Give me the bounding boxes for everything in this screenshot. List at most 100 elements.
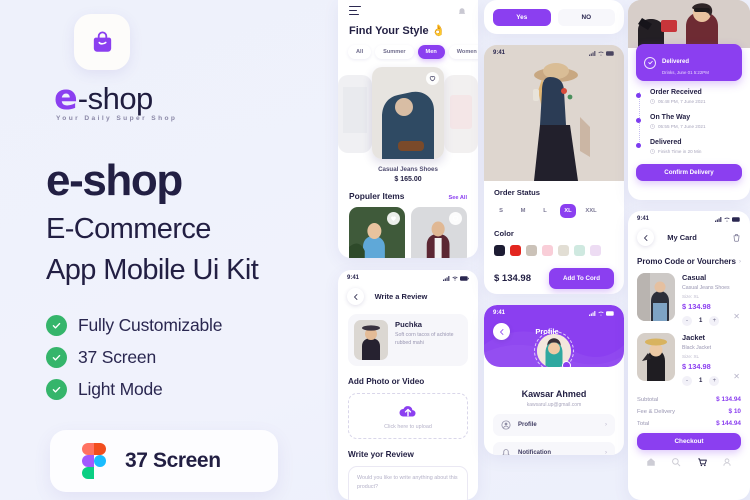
timeline-meta: Finish Time in 20 Min bbox=[650, 149, 742, 154]
status-time: 9:41 bbox=[493, 50, 506, 56]
bottom-tab-bar bbox=[628, 450, 750, 475]
cart-item: Casual Casual Jeans Shoes Size: XL $ 134… bbox=[628, 266, 750, 326]
upload-hint: Click here to upload bbox=[384, 423, 432, 430]
upload-dropzone[interactable]: Click here to upload bbox=[348, 393, 468, 439]
summary-value: $ 134.94 bbox=[716, 396, 741, 403]
promo-banner: e -shop Your Daily Super Shop e-shop E-C… bbox=[0, 0, 750, 500]
edit-avatar-icon[interactable] bbox=[562, 361, 571, 367]
cart-item-thumbnail bbox=[637, 333, 675, 381]
feature-item: Light Mode bbox=[46, 379, 335, 401]
write-review-heading: Write yor Review bbox=[348, 450, 414, 459]
no-button[interactable]: NO bbox=[557, 8, 615, 26]
color-swatch[interactable] bbox=[526, 245, 537, 256]
avatar[interactable] bbox=[534, 331, 574, 367]
popular-card[interactable] bbox=[411, 207, 467, 258]
timeline-meta: 05:55 PM, 7 June 2021 bbox=[650, 124, 742, 129]
signal-icon bbox=[715, 216, 722, 222]
home-title-text: Find Your Style bbox=[349, 24, 429, 37]
chip-all[interactable]: All bbox=[348, 45, 372, 60]
color-swatch[interactable] bbox=[590, 245, 601, 256]
review-textarea[interactable]: Would you like to write anything about t… bbox=[348, 466, 468, 500]
decrease-quantity-button[interactable]: - bbox=[682, 376, 692, 386]
size-option-s[interactable]: S bbox=[494, 208, 508, 214]
popular-section-title: Populer Items bbox=[349, 191, 405, 202]
shopping-bag-icon bbox=[93, 31, 111, 52]
summary-label: Subtotal bbox=[637, 396, 659, 403]
cart-item-desc: Black Jacket bbox=[682, 345, 712, 351]
chevron-right-icon: › bbox=[605, 450, 607, 455]
carousel-main-image[interactable] bbox=[372, 67, 444, 160]
popular-section-header: Populer Items See All bbox=[338, 183, 478, 201]
cart-icon[interactable] bbox=[697, 457, 707, 467]
profile-icon[interactable] bbox=[722, 457, 732, 467]
profile-name: Kawsar Ahmed bbox=[521, 389, 587, 399]
carousel-side-image[interactable] bbox=[444, 75, 478, 154]
upload-cloud-icon bbox=[399, 405, 416, 416]
color-swatch[interactable] bbox=[510, 245, 521, 256]
feature-list: Fully Customizable 37 Screen Light Mode bbox=[46, 315, 335, 401]
home-topbar bbox=[338, 0, 478, 17]
screen-home: Find Your Style 👌 All Summer Men Women C… bbox=[338, 0, 478, 258]
menu-item-profile[interactable]: Profile › bbox=[493, 414, 615, 436]
trash-icon[interactable] bbox=[732, 233, 741, 242]
cart-item-thumbnail bbox=[637, 273, 675, 321]
timeline-meta-text: Finish Time in 20 Min bbox=[658, 149, 702, 154]
see-all-link[interactable]: See All bbox=[449, 195, 467, 201]
size-option-m[interactable]: M bbox=[516, 208, 530, 214]
nav-bar: Write a Review bbox=[338, 283, 478, 311]
wordmark-rest: -shop bbox=[77, 81, 154, 117]
feature-label: 37 Screen bbox=[78, 347, 156, 368]
carousel-side-image[interactable] bbox=[338, 75, 372, 154]
size-option-l[interactable]: L bbox=[538, 208, 552, 214]
product-carousel bbox=[338, 67, 478, 162]
screen-my-card: 9:41 My Card Promo Code or Vourchers › C… bbox=[628, 211, 750, 500]
confirm-delivery-button[interactable]: Confirm Delivery bbox=[636, 164, 742, 181]
mockup-column-c: Delivered Drinks, June 01 5:22PM Order R… bbox=[628, 0, 750, 500]
color-swatch[interactable] bbox=[558, 245, 569, 256]
size-option-xxl[interactable]: XXL bbox=[584, 208, 598, 214]
brand-wordmark: e -shop bbox=[54, 80, 335, 117]
hamburger-icon[interactable] bbox=[349, 6, 361, 17]
product-thumbnail bbox=[354, 320, 388, 360]
menu-item-notification[interactable]: Notification › bbox=[493, 442, 615, 455]
chip-women[interactable]: Women bbox=[448, 45, 478, 60]
signal-icon bbox=[443, 275, 450, 281]
add-to-cart-button[interactable]: Add To Cord bbox=[548, 268, 614, 289]
checkout-button[interactable]: Checkout bbox=[637, 433, 741, 450]
quantity-stepper: - 1 + bbox=[682, 316, 730, 326]
timeline-meta: 05:48 PM, 7 June 2021 bbox=[650, 99, 742, 104]
increase-quantity-button[interactable]: + bbox=[709, 376, 720, 386]
headline-group: e-shop E-Commerce App Mobile Ui Kit bbox=[46, 157, 335, 287]
battery-icon bbox=[606, 50, 614, 56]
color-swatch[interactable] bbox=[574, 245, 585, 256]
feature-item: Fully Customizable bbox=[46, 315, 335, 337]
home-icon[interactable] bbox=[646, 457, 656, 467]
wifi-icon bbox=[452, 276, 458, 281]
quantity-value: 1 bbox=[699, 318, 703, 324]
review-product-desc: Soft corn tacos of achiote rubbed mahi bbox=[395, 332, 454, 346]
chip-men[interactable]: Men bbox=[417, 45, 445, 60]
remove-item-icon[interactable]: ✕ bbox=[733, 312, 740, 321]
color-swatch[interactable] bbox=[494, 245, 505, 256]
cart-item-name: Jacket bbox=[682, 333, 706, 342]
color-swatch[interactable] bbox=[542, 245, 553, 256]
yes-button[interactable]: Yes bbox=[493, 8, 551, 26]
profile-email: kawsarul.up@gmail.com bbox=[526, 402, 582, 408]
status-icons bbox=[715, 216, 741, 222]
promo-code-row[interactable]: Promo Code or Vourchers › bbox=[628, 252, 750, 266]
menu-label: Profile bbox=[518, 422, 537, 428]
profile-icon bbox=[501, 420, 511, 430]
increase-quantity-button[interactable]: + bbox=[709, 316, 720, 326]
bell-icon[interactable] bbox=[457, 7, 467, 17]
search-icon[interactable] bbox=[671, 457, 681, 467]
chip-summer[interactable]: Summer bbox=[375, 45, 414, 60]
decrease-quantity-button[interactable]: - bbox=[682, 316, 692, 326]
mockup-column-a: Find Your Style 👌 All Summer Men Women C… bbox=[338, 0, 478, 500]
size-option-xl[interactable]: XL bbox=[560, 204, 576, 218]
popular-card[interactable] bbox=[349, 207, 405, 258]
summary-label: Fee & Delivery bbox=[637, 408, 676, 415]
remove-item-icon[interactable]: ✕ bbox=[733, 372, 740, 381]
brand-tagline: Your Daily Super Shop bbox=[56, 115, 178, 123]
product-hero-image: 9:41 bbox=[484, 45, 624, 181]
review-product-name: Puchka bbox=[395, 320, 423, 329]
